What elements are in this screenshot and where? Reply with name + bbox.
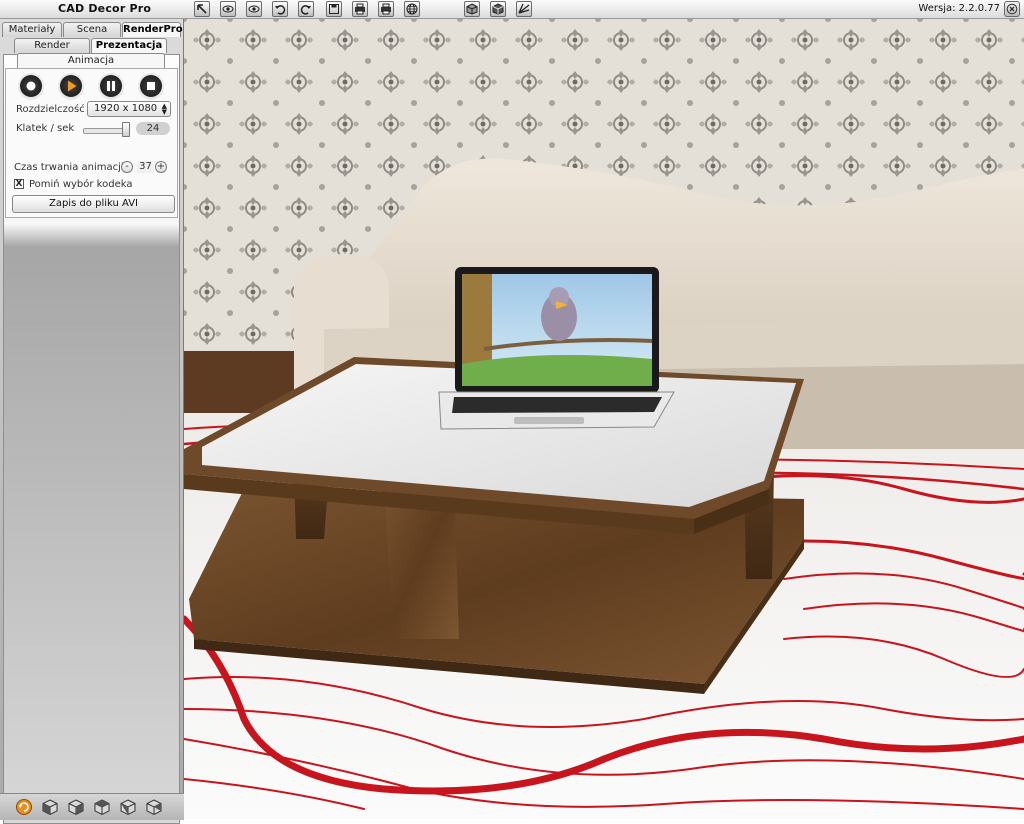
skip-codec-label: Pomiń wybór kodeka [29,179,133,190]
tab-prezentacja[interactable]: Prezentacja [91,38,167,53]
scene-render-image [184,19,1024,819]
record-icon [26,81,36,91]
app-title: CAD Decor Pro [58,2,152,15]
cube-view-back-icon[interactable] [145,798,163,816]
play-icon [68,80,77,92]
section-tab-row: Animacja [17,53,166,68]
cube-view-left-icon[interactable] [67,798,85,816]
fps-value: 24 [136,122,170,135]
close-button[interactable] [1004,1,1020,17]
main-tab-row: Materiały Scena RenderPro [2,22,183,37]
tab-materialy[interactable]: Materiały [2,22,62,37]
duration-label: Czas trwania animacji: [14,162,128,173]
cube-icon[interactable] [490,1,506,17]
fps-slider-thumb[interactable] [122,122,130,137]
render-viewport[interactable] [184,19,1024,819]
cube-view-front-icon[interactable] [41,798,59,816]
tab-animacja[interactable]: Animacja [17,53,165,68]
record-button[interactable] [20,75,42,97]
redo-icon[interactable] [298,1,314,17]
select-arrow-icon[interactable] [194,1,210,17]
version-label: Wersja: 2.2.0.77 [918,3,1000,14]
top-toolbar: CAD Decor Pro Wersja: 2.2.0.77 [0,0,1024,19]
tab-renderpro[interactable]: RenderPro [122,22,183,37]
view-icon-bar [0,793,184,820]
resolution-select[interactable]: 1920 x 1080 ▲ ▼ [87,101,171,117]
sub-tab-row: Render Prezentacja [14,38,168,53]
tab-render[interactable]: Render [14,38,90,53]
tab-scena[interactable]: Scena [63,22,121,37]
fps-label: Klatek / sek [16,123,75,134]
cube-icon[interactable] [464,1,480,17]
stop-icon [147,82,155,90]
undo-icon[interactable] [272,1,288,17]
laptop [438,267,675,430]
save-icon[interactable] [326,1,342,17]
duration-minus-button[interactable]: - [121,161,133,173]
updown-arrows-icon: ▲ ▼ [161,102,167,116]
save-avi-button[interactable]: Zapis do pliku AVI [12,195,175,213]
skip-codec-checkbox[interactable]: X [14,179,24,189]
pause-icon [107,81,115,91]
globe-icon[interactable] [404,1,420,17]
refresh-icon[interactable] [15,798,33,816]
pause-button[interactable] [100,75,122,97]
eye-icon[interactable] [220,1,236,17]
close-icon [1006,3,1018,15]
cube-view-right-icon[interactable] [119,798,137,816]
stop-button[interactable] [140,75,162,97]
duration-value[interactable]: 37 [137,161,154,173]
print-icon[interactable] [352,1,368,17]
play-button[interactable] [60,75,82,97]
camera-view-icon[interactable] [516,1,532,17]
print-icon[interactable] [378,1,394,17]
resolution-label: Rozdzielczość [16,104,85,115]
cube-view-top-icon[interactable] [93,798,111,816]
eye-icon[interactable] [246,1,262,17]
side-panel: Materiały Scena RenderPro Render Prezent… [0,19,184,824]
resolution-value: 1920 x 1080 [94,103,158,114]
duration-plus-button[interactable]: + [155,161,167,173]
